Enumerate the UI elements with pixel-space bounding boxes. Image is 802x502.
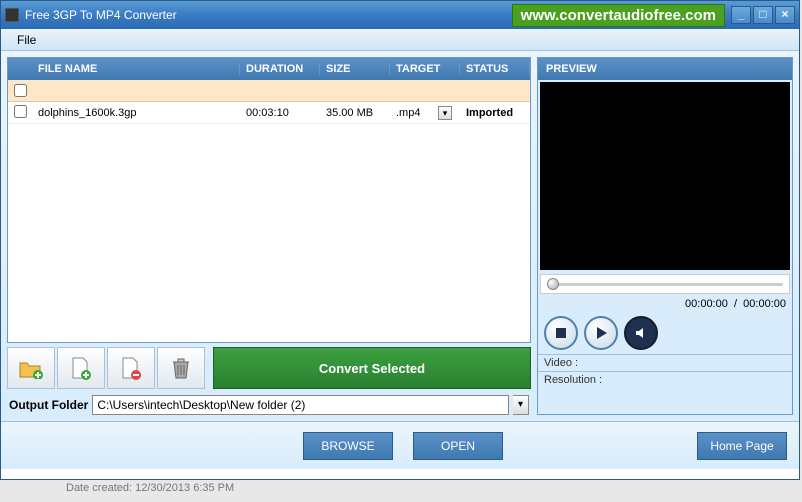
window-title: Free 3GP To MP4 Converter: [25, 8, 512, 22]
row-target: .mp4 ▾: [390, 106, 460, 120]
table-header: FILE NAME DURATION SIZE TARGET STATUS: [8, 58, 530, 80]
titlebar[interactable]: Free 3GP To MP4 Converter www.convertaud…: [1, 1, 799, 29]
select-all-checkbox[interactable]: [14, 84, 27, 97]
footer: BROWSE OPEN Home Page: [1, 421, 799, 469]
seek-slider[interactable]: [540, 274, 790, 294]
row-checkbox[interactable]: [14, 105, 27, 118]
preview-header: PREVIEW: [538, 58, 792, 80]
minimize-button[interactable]: _: [731, 6, 751, 24]
menu-file[interactable]: File: [9, 31, 44, 49]
row-checkbox-cell: [8, 105, 32, 121]
row-duration: 00:03:10: [240, 107, 320, 119]
speaker-icon: [634, 326, 648, 340]
delete-button[interactable]: [157, 347, 205, 389]
app-window: Free 3GP To MP4 Converter www.convertaud…: [0, 0, 800, 480]
remove-file-button[interactable]: [107, 347, 155, 389]
target-dropdown[interactable]: ▾: [438, 106, 452, 120]
menubar: File: [1, 29, 799, 51]
header-duration[interactable]: DURATION: [240, 63, 320, 75]
add-file-button[interactable]: [57, 347, 105, 389]
row-size: 35.00 MB: [320, 107, 390, 119]
time-display: 00:00:00 / 00:00:00: [538, 296, 792, 312]
table-row[interactable]: dolphins_1600k.3gp 00:03:10 35.00 MB .mp…: [8, 102, 530, 124]
stop-icon: [554, 326, 568, 340]
preview-video: [540, 82, 790, 270]
row-target-value: .mp4: [396, 107, 420, 119]
time-separator: /: [734, 298, 737, 310]
toolbar: Convert Selected: [7, 347, 531, 389]
close-button[interactable]: ×: [775, 6, 795, 24]
header-target[interactable]: TARGET: [390, 63, 460, 75]
volume-button[interactable]: [624, 316, 658, 350]
open-button[interactable]: OPEN: [413, 432, 503, 460]
folder-add-icon: [18, 357, 44, 379]
preview-panel: PREVIEW 00:00:00 / 00:00:00: [537, 57, 793, 415]
output-folder-label: Output Folder: [9, 398, 88, 412]
header-status[interactable]: STATUS: [460, 63, 530, 75]
header-size[interactable]: SIZE: [320, 63, 390, 75]
row-status: Imported: [460, 107, 530, 119]
file-add-icon: [70, 356, 92, 380]
stop-button[interactable]: [544, 316, 578, 350]
left-panel: FILE NAME DURATION SIZE TARGET STATUS do…: [7, 57, 531, 415]
maximize-button[interactable]: □: [753, 6, 773, 24]
url-banner: www.convertaudiofree.com: [512, 4, 725, 27]
home-page-button[interactable]: Home Page: [697, 432, 787, 460]
date-created-text: Date created: 12/30/2013 6:35 PM: [0, 482, 802, 494]
select-all-row: [8, 80, 530, 102]
seek-thumb[interactable]: [547, 278, 559, 290]
app-icon: [5, 8, 19, 22]
file-table: FILE NAME DURATION SIZE TARGET STATUS do…: [7, 57, 531, 343]
time-total: 00:00:00: [743, 298, 786, 310]
time-current: 00:00:00: [685, 298, 728, 310]
resolution-info-row: Resolution :: [538, 371, 792, 388]
header-filename[interactable]: FILE NAME: [32, 63, 240, 75]
video-info-row: Video :: [538, 354, 792, 371]
browse-button[interactable]: BROWSE: [303, 432, 393, 460]
file-remove-icon: [120, 356, 142, 380]
content-area: FILE NAME DURATION SIZE TARGET STATUS do…: [1, 51, 799, 421]
output-folder-dropdown[interactable]: ▾: [513, 395, 529, 415]
trash-icon: [170, 356, 192, 380]
media-controls: [538, 312, 792, 354]
video-label: Video :: [544, 357, 578, 369]
output-folder-input[interactable]: [92, 395, 509, 415]
play-button[interactable]: [584, 316, 618, 350]
resolution-label: Resolution :: [544, 374, 602, 386]
seek-track: [547, 283, 783, 286]
output-folder-row: Output Folder ▾: [7, 395, 531, 415]
convert-button[interactable]: Convert Selected: [213, 347, 531, 389]
play-icon: [594, 326, 608, 340]
add-folder-button[interactable]: [7, 347, 55, 389]
window-buttons: _ □ ×: [731, 6, 795, 24]
row-filename: dolphins_1600k.3gp: [32, 107, 240, 119]
